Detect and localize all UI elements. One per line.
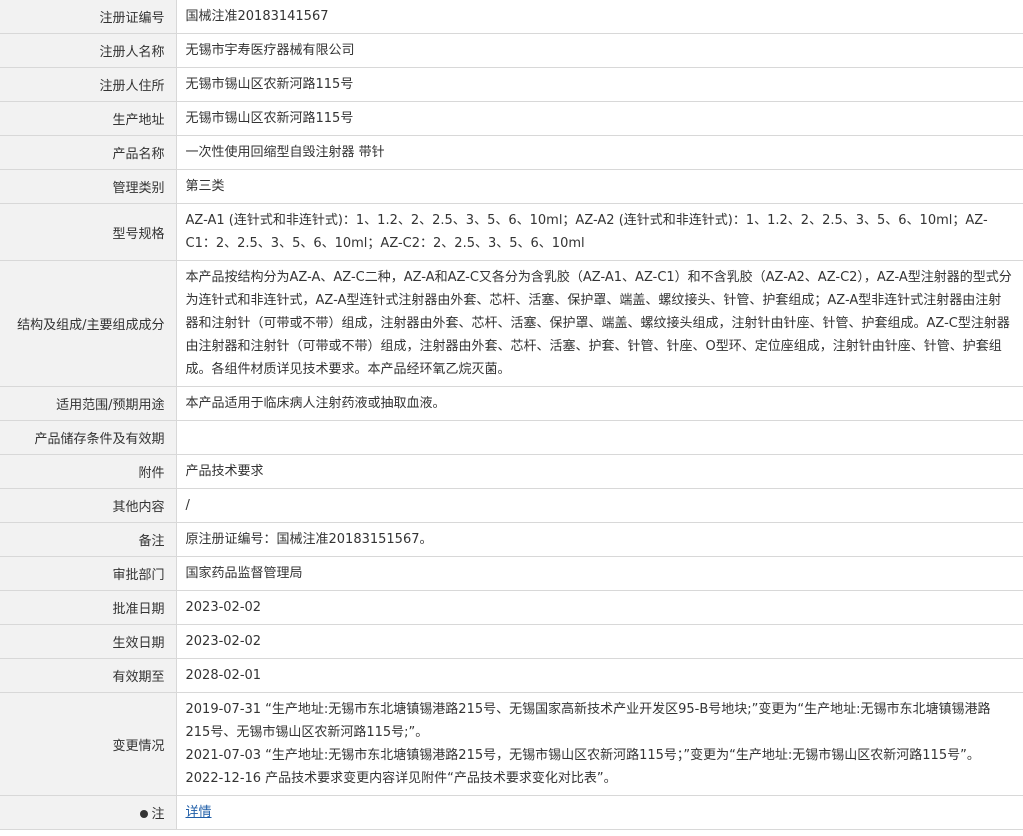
row-remarks: 备注 原注册证编号：国械注准20183151567。 [0, 522, 1023, 557]
row-product-name: 产品名称 一次性使用回缩型自毁注射器 带针 [0, 135, 1023, 170]
row-production-address: 生产地址 无锡市锡山区农新河路115号 [0, 101, 1023, 136]
label-registration-number: 注册证编号 [0, 0, 177, 34]
row-registrant-name: 注册人名称 无锡市宇寿医疗器械有限公司 [0, 33, 1023, 68]
value-other-content: / [176, 488, 1023, 523]
row-storage-conditions: 产品储存条件及有效期 [0, 420, 1023, 455]
label-effective-date: 生效日期 [0, 624, 177, 659]
value-attachment: 产品技术要求 [176, 454, 1023, 489]
value-production-address: 无锡市锡山区农新河路115号 [176, 101, 1023, 136]
label-note: 注 [151, 807, 165, 822]
value-note: 详情 [176, 795, 1023, 830]
value-structure-composition: 本产品按结构分为AZ-A、AZ-C二种，AZ-A和AZ-C又各分为含乳胶（AZ-… [176, 260, 1023, 387]
label-note-cell: 注 [0, 795, 177, 830]
value-valid-until: 2028-02-01 [176, 658, 1023, 693]
label-valid-until: 有效期至 [0, 658, 177, 693]
row-note: 注 详情 [0, 795, 1023, 830]
label-production-address: 生产地址 [0, 101, 177, 136]
change-entry: 2022-12-16 产品技术要求变更内容详见附件“产品技术要求变化对比表”。 [185, 771, 617, 786]
label-structure-composition: 结构及组成/主要组成成分 [0, 260, 177, 387]
row-attachment: 附件 产品技术要求 [0, 454, 1023, 489]
bullet-icon [140, 810, 149, 818]
label-storage-conditions: 产品储存条件及有效期 [0, 420, 177, 455]
label-model-specification: 型号规格 [0, 203, 177, 261]
value-registrant-address: 无锡市锡山区农新河路115号 [176, 67, 1023, 102]
label-product-name: 产品名称 [0, 135, 177, 170]
row-other-content: 其他内容 / [0, 488, 1023, 523]
value-storage-conditions [176, 420, 1023, 455]
label-change-history: 变更情况 [0, 692, 177, 796]
row-approval-department: 审批部门 国家药品监督管理局 [0, 556, 1023, 591]
value-approval-date: 2023-02-02 [176, 590, 1023, 625]
value-management-category: 第三类 [176, 169, 1023, 204]
row-management-category: 管理类别 第三类 [0, 169, 1023, 204]
label-remarks: 备注 [0, 522, 177, 557]
row-change-history: 变更情况 2019-07-31 “生产地址:无锡市东北塘镇锡港路215号、无锡国… [0, 692, 1023, 796]
change-entry: 2019-07-31 “生产地址:无锡市东北塘镇锡港路215号、无锡国家高新技术… [185, 702, 991, 740]
row-registration-number: 注册证编号 国械注准20183141567 [0, 0, 1023, 34]
value-registrant-name: 无锡市宇寿医疗器械有限公司 [176, 33, 1023, 68]
value-approval-department: 国家药品监督管理局 [176, 556, 1023, 591]
label-intended-use: 适用范围/预期用途 [0, 386, 177, 421]
value-registration-number: 国械注准20183141567 [176, 0, 1023, 34]
label-management-category: 管理类别 [0, 169, 177, 204]
label-registrant-address: 注册人住所 [0, 67, 177, 102]
row-structure-composition: 结构及组成/主要组成成分 本产品按结构分为AZ-A、AZ-C二种，AZ-A和AZ… [0, 260, 1023, 387]
value-intended-use: 本产品适用于临床病人注射药液或抽取血液。 [176, 386, 1023, 421]
label-approval-department: 审批部门 [0, 556, 177, 591]
row-model-specification: 型号规格 AZ-A1 (连针式和非连针式)：1、1.2、2、2.5、3、5、6、… [0, 203, 1023, 261]
value-model-specification: AZ-A1 (连针式和非连针式)：1、1.2、2、2.5、3、5、6、10ml；… [176, 203, 1023, 261]
change-entry: 2021-07-03 “生产地址:无锡市东北塘镇锡港路215号，无锡市锡山区农新… [185, 748, 980, 763]
value-change-history: 2019-07-31 “生产地址:无锡市东北塘镇锡港路215号、无锡国家高新技术… [176, 692, 1023, 796]
details-link[interactable]: 详情 [186, 805, 212, 820]
row-intended-use: 适用范围/预期用途 本产品适用于临床病人注射药液或抽取血液。 [0, 386, 1023, 421]
row-valid-until: 有效期至 2028-02-01 [0, 658, 1023, 693]
row-approval-date: 批准日期 2023-02-02 [0, 590, 1023, 625]
label-other-content: 其他内容 [0, 488, 177, 523]
label-approval-date: 批准日期 [0, 590, 177, 625]
value-effective-date: 2023-02-02 [176, 624, 1023, 659]
registration-detail-table: 注册证编号 国械注准20183141567 注册人名称 无锡市宇寿医疗器械有限公… [0, 0, 1023, 830]
label-registrant-name: 注册人名称 [0, 33, 177, 68]
value-product-name: 一次性使用回缩型自毁注射器 带针 [176, 135, 1023, 170]
row-effective-date: 生效日期 2023-02-02 [0, 624, 1023, 659]
label-attachment: 附件 [0, 454, 177, 489]
row-registrant-address: 注册人住所 无锡市锡山区农新河路115号 [0, 67, 1023, 102]
value-remarks: 原注册证编号：国械注准20183151567。 [176, 522, 1023, 557]
